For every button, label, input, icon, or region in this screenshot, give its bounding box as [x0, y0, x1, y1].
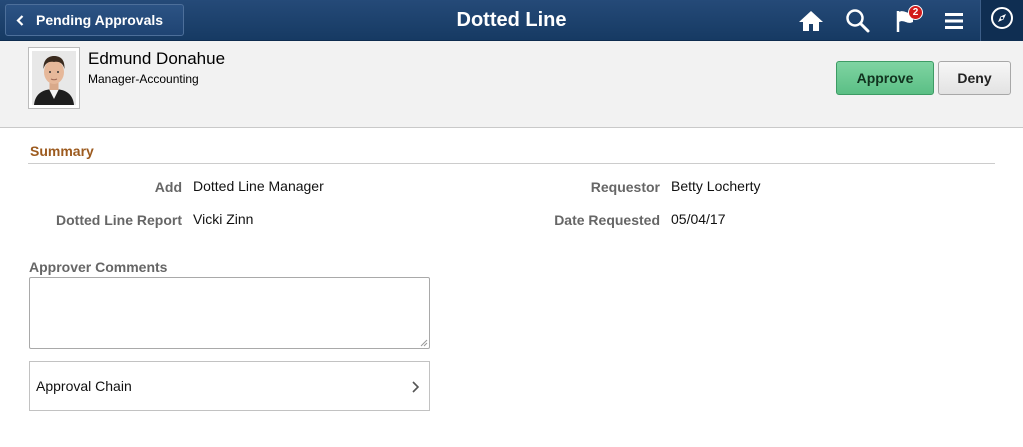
- notifications-flag-icon[interactable]: 2: [893, 5, 923, 35]
- approver-comments-input[interactable]: [29, 277, 430, 349]
- navbar-button[interactable]: [980, 0, 1023, 41]
- deny-button[interactable]: Deny: [938, 61, 1011, 95]
- employee-photo: [28, 47, 80, 109]
- actions-menu-icon[interactable]: [940, 7, 968, 35]
- employee-header: Edmund Donahue Manager-Accounting Approv…: [0, 41, 1023, 128]
- requestor-value: Betty Locherty: [671, 178, 761, 194]
- employee-job-title: Manager-Accounting: [88, 72, 199, 86]
- requestor-label: Requestor: [590, 179, 660, 195]
- chevron-left-icon: [16, 14, 30, 26]
- approval-chain-label: Approval Chain: [36, 378, 132, 394]
- dotted-line-report-value: Vicki Zinn: [193, 211, 254, 227]
- notification-count-badge: 2: [908, 5, 923, 20]
- search-icon[interactable]: [844, 7, 872, 35]
- dotted-line-report-label: Dotted Line Report: [56, 212, 182, 228]
- summary-heading: Summary: [30, 143, 94, 159]
- approver-comments-label: Approver Comments: [29, 259, 168, 275]
- approval-chain-row[interactable]: Approval Chain: [29, 361, 430, 411]
- approve-button[interactable]: Approve: [836, 61, 934, 95]
- home-icon[interactable]: [797, 7, 825, 35]
- back-button[interactable]: Pending Approvals: [5, 4, 184, 36]
- summary-divider: [28, 163, 995, 164]
- navbar-compass-icon: [990, 6, 1014, 35]
- resize-grip-icon[interactable]: [420, 339, 428, 347]
- back-button-label: Pending Approvals: [36, 12, 164, 28]
- employee-name: Edmund Donahue: [88, 49, 226, 68]
- date-requested-label: Date Requested: [554, 212, 660, 228]
- add-value: Dotted Line Manager: [193, 178, 324, 194]
- chevron-right-icon: [412, 381, 420, 393]
- top-banner: Pending Approvals Dotted Line 2: [0, 0, 1023, 41]
- date-requested-value: 05/04/17: [671, 211, 726, 227]
- add-label: Add: [154, 179, 182, 195]
